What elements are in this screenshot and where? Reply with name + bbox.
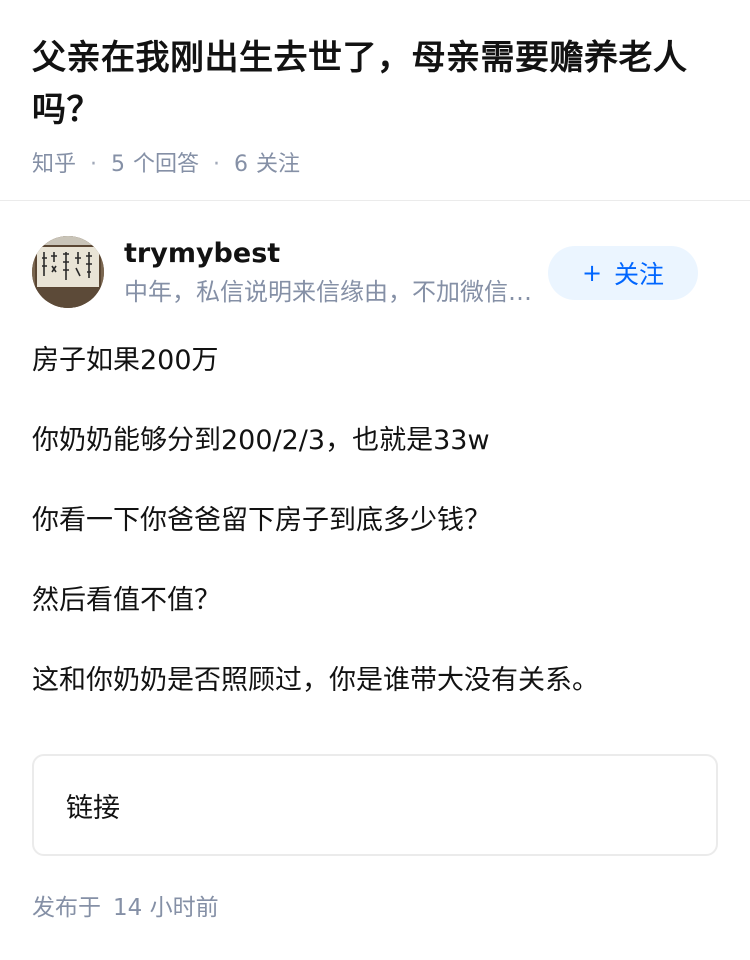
author-avatar[interactable] xyxy=(32,236,104,308)
avatar-calligraphy-image xyxy=(32,236,104,308)
plus-icon: + xyxy=(581,259,603,287)
answer-paragraph: 房子如果200万 xyxy=(32,345,219,376)
follow-button[interactable]: + 关注 xyxy=(548,246,698,300)
link-card-label: 链接 xyxy=(66,792,120,824)
author-card: trymybest 中年，私信说明来信缘由，不加微信、不回… + 关注 xyxy=(32,236,718,308)
answer-paragraph: 这和你奶奶是否照顾过，你是谁带大没有关系。 xyxy=(32,665,599,696)
answers-count: 5 xyxy=(111,152,126,177)
follow-count: 6 xyxy=(234,152,249,177)
source-label[interactable]: 知乎 xyxy=(32,150,76,180)
publish-unit: 小时前 xyxy=(149,895,219,921)
publish-time: 发布于 14 小时前 xyxy=(32,892,219,924)
publish-prefix: 发布于 xyxy=(32,895,101,921)
section-divider xyxy=(0,200,750,201)
answer-paragraph: 你看一下你爸爸留下房子到底多少钱？ xyxy=(32,505,491,536)
separator-dot: · xyxy=(213,152,221,177)
follow-button-label: 关注 xyxy=(614,260,665,289)
question-header: 父亲在我刚出生去世了，母亲需要赡养老人吗？ 知乎 · 5 个回答 · 6 关注 xyxy=(0,0,750,180)
answers-label[interactable]: 个回答 xyxy=(133,150,199,180)
follow-count-label[interactable]: 关注 xyxy=(256,150,300,180)
link-card[interactable]: 链接 xyxy=(32,754,718,856)
answer-paragraph: 你奶奶能够分到200/2/3，也就是33w xyxy=(32,425,490,456)
author-bio: 中年，私信说明来信缘由，不加微信、不回… xyxy=(124,278,536,306)
separator-dot: · xyxy=(90,152,98,177)
question-title[interactable]: 父亲在我刚出生去世了，母亲需要赡养老人吗？ xyxy=(32,32,718,136)
answer-paragraph: 然后看值不值？ xyxy=(32,585,221,616)
question-meta: 知乎 · 5 个回答 · 6 关注 xyxy=(32,150,718,180)
answer-content: 房子如果200万 你奶奶能够分到200/2/3，也就是33w 你看一下你爸爸留下… xyxy=(32,342,718,742)
author-name[interactable]: trymybest xyxy=(124,236,280,272)
publish-number: 14 xyxy=(113,895,143,921)
